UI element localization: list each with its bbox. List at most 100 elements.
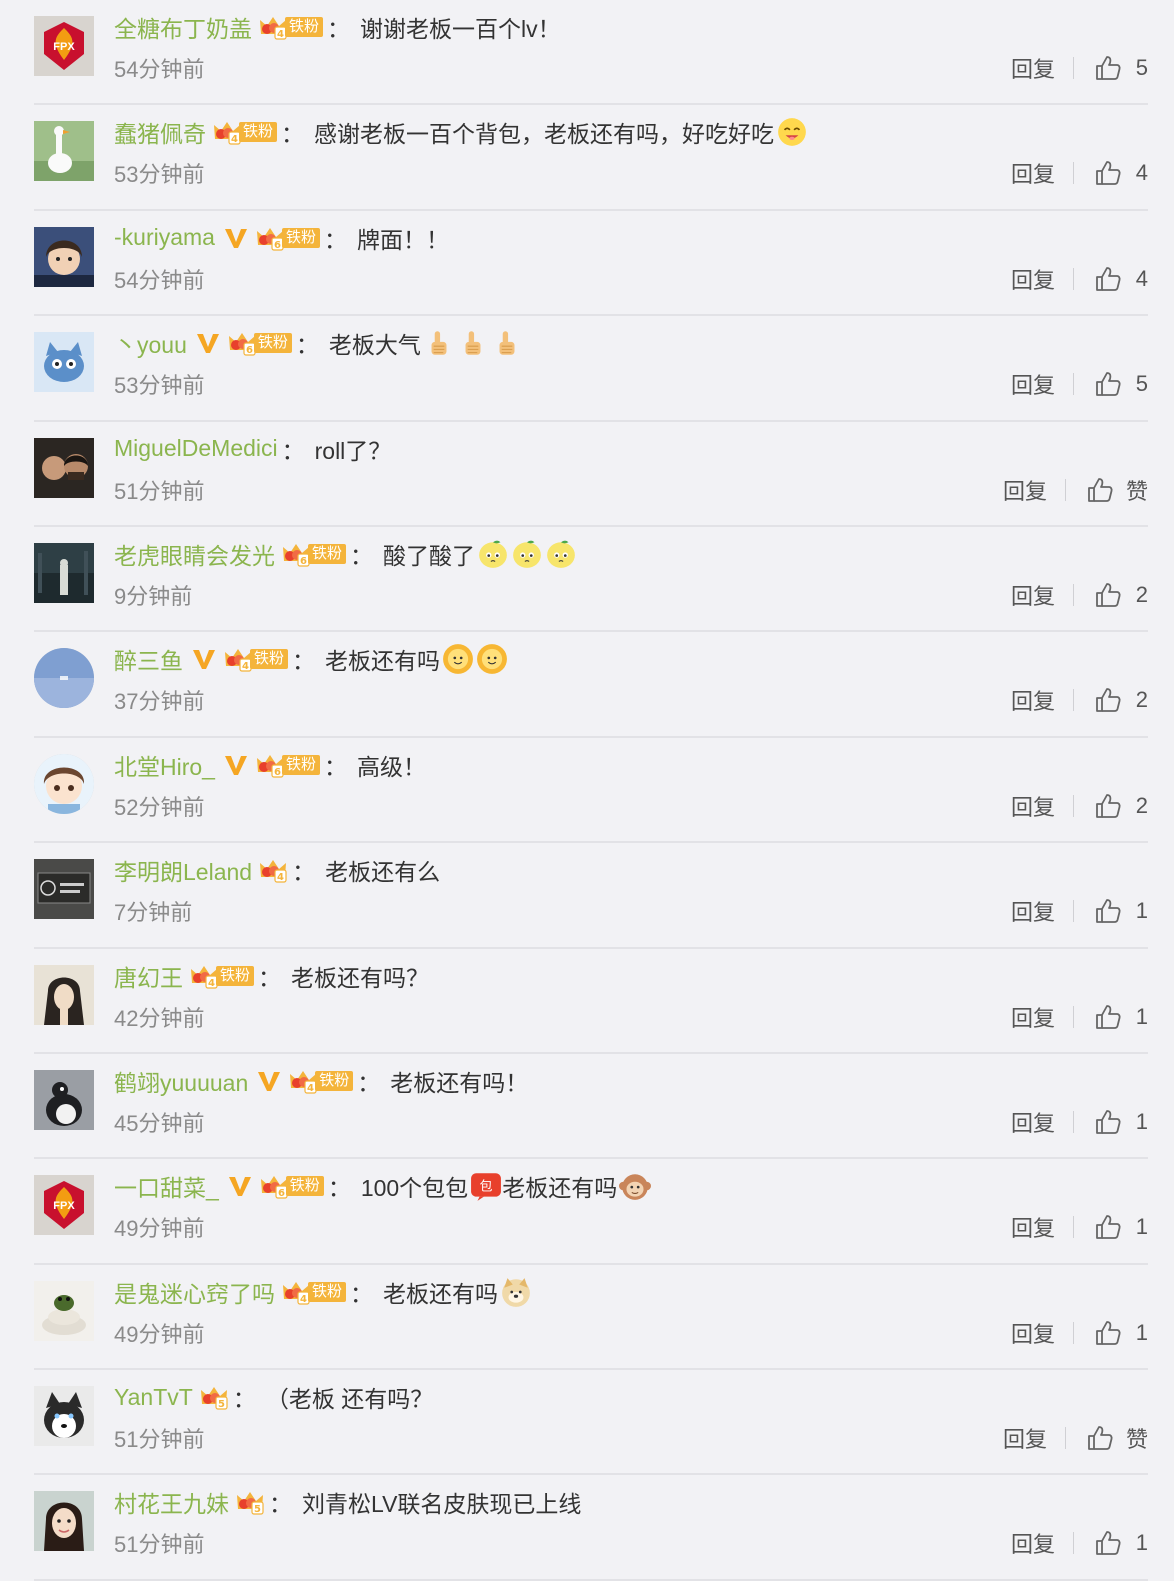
reply-button[interactable]: 回复 [1011, 157, 1055, 189]
like-button[interactable]: 1 [1094, 1003, 1148, 1031]
avatar[interactable]: FPX [34, 1175, 94, 1236]
username-link[interactable]: 北堂Hiro_ [114, 748, 215, 782]
like-button[interactable]: 2 [1094, 686, 1148, 714]
username-link[interactable]: 唐幻王 [114, 959, 183, 993]
like-button[interactable]: 赞 [1086, 1422, 1148, 1454]
svg-text:4: 4 [242, 661, 249, 672]
fan-crown-icon: 6 [283, 543, 310, 567]
reply-button[interactable]: 回复 [1011, 1211, 1055, 1243]
fan-badge[interactable]: 6 铁粉 [281, 541, 347, 567]
reply-button[interactable]: 回复 [1011, 895, 1055, 927]
username-link[interactable]: YanTvT [114, 1384, 193, 1411]
timestamp: 51分钟前 [114, 478, 205, 504]
avatar[interactable] [34, 1491, 94, 1552]
avatar[interactable] [34, 437, 94, 498]
action-divider [1064, 478, 1066, 501]
timestamp: 49分钟前 [114, 1216, 205, 1242]
fan-badge[interactable]: 4 铁粉 [223, 646, 289, 672]
fan-badge[interactable]: 6 铁粉 [259, 1173, 324, 1199]
reply-button[interactable]: 回复 [1011, 684, 1055, 716]
fan-badge[interactable]: 4 铁粉 [258, 14, 324, 40]
reply-button[interactable]: 回复 [1011, 263, 1055, 295]
svg-text:4: 4 [231, 134, 238, 145]
avatar[interactable] [34, 1386, 94, 1447]
like-button[interactable]: 1 [1094, 1529, 1148, 1557]
thumbs-up-icon [1096, 56, 1121, 80]
avatar[interactable] [34, 1069, 94, 1130]
action-divider [1073, 689, 1074, 712]
fan-badge[interactable]: 4 铁粉 [189, 963, 255, 989]
reply-button[interactable]: 回复 [1011, 1106, 1055, 1138]
username-link[interactable]: 一口甜菜_ [114, 1169, 219, 1203]
thumbs-up-icon [1096, 1320, 1121, 1345]
username-link[interactable]: 是鬼迷心窍了吗 [114, 1275, 275, 1309]
fan-badge[interactable]: 6 铁粉 [255, 225, 320, 251]
like-button[interactable]: 4 [1094, 265, 1148, 293]
avatar[interactable] [34, 332, 94, 393]
fan-crown-icon: 6 [228, 333, 256, 356]
colon: ： [295, 332, 319, 359]
reply-button[interactable]: 回复 [1011, 1317, 1055, 1349]
comment-item: FPX 一口甜菜_ 6 铁粉： 100个包包包老板还有吗 49分钟前 回复 1 [34, 1159, 1148, 1265]
fan-badge[interactable]: 5 [199, 1384, 229, 1410]
comment-line: -kuriyama 6 铁粉： 牌面！！ [114, 220, 449, 256]
avatar[interactable] [34, 121, 94, 182]
username-link[interactable]: 李明朗Leland [114, 853, 252, 887]
like-button[interactable]: 1 [1094, 1213, 1148, 1241]
avatar[interactable] [34, 859, 94, 920]
avatar[interactable] [34, 964, 94, 1025]
like-button[interactable]: 5 [1094, 54, 1148, 82]
username-link[interactable]: 老虎眼睛会发光 [114, 537, 275, 571]
avatar[interactable] [34, 648, 94, 709]
avatar[interactable] [34, 226, 94, 287]
avatar[interactable]: FPX [34, 16, 94, 76]
avatar[interactable] [34, 1280, 94, 1341]
like-button[interactable]: 2 [1094, 792, 1148, 820]
blue-sky-circle-avatar-image [34, 648, 94, 709]
comment-line: 全糖布丁奶盖 4 铁粉：谢谢老板一百个lv！ [114, 9, 561, 45]
action-divider [1073, 583, 1074, 606]
svg-text:4: 4 [277, 872, 284, 883]
username-link[interactable]: 醉三鱼 [114, 642, 183, 676]
like-button[interactable]: 5 [1094, 370, 1148, 398]
fan-badge[interactable]: 4 铁粉 [281, 1279, 347, 1305]
fan-badge[interactable]: 6 铁粉 [227, 330, 292, 356]
like-button[interactable]: 1 [1094, 1108, 1148, 1136]
like-button[interactable]: 赞 [1086, 474, 1148, 506]
fan-badge[interactable]: 4 铁粉 [212, 119, 278, 145]
comment-text: （老板 还有吗？ [265, 1386, 434, 1413]
reply-button[interactable]: 回复 [1011, 790, 1055, 822]
fan-badge[interactable]: 5 [235, 1489, 265, 1515]
svg-text:FPX: FPX [53, 1200, 75, 1212]
fan-badge[interactable]: 4 [258, 857, 288, 883]
reply-button[interactable]: 回复 [1011, 579, 1055, 611]
like-button[interactable]: 2 [1094, 581, 1148, 609]
username-link[interactable]: 村花王九妹 [114, 1485, 229, 1519]
reply-button[interactable]: 回复 [1011, 1001, 1055, 1033]
reply-button[interactable]: 回复 [1011, 368, 1055, 400]
username-link[interactable]: -kuriyama [114, 224, 215, 251]
like-button[interactable]: 1 [1094, 1319, 1148, 1347]
reply-button[interactable]: 回复 [1011, 52, 1055, 84]
timestamp: 45分钟前 [114, 1110, 205, 1136]
username-link[interactable]: 蠢猪佩奇 [114, 115, 206, 149]
reply-button[interactable]: 回复 [1011, 1527, 1055, 1559]
comment-text: 感谢老板一百个背包，老板还有吗，好吃好吃 [314, 121, 775, 148]
fan-badge[interactable]: 4 铁粉 [288, 1068, 354, 1094]
reply-button[interactable]: 回复 [1003, 474, 1047, 506]
username-link[interactable]: 丶youu [114, 326, 187, 360]
fan-tag: 铁粉 [285, 1176, 324, 1197]
username-link[interactable]: MiguelDeMedici [114, 435, 278, 462]
avatar[interactable] [34, 542, 94, 603]
username-link[interactable]: 全糖布丁奶盖 [114, 10, 252, 44]
like-count: 5 [1135, 371, 1148, 397]
username-link[interactable]: 鹤翊yuuuuan [114, 1064, 248, 1098]
thumbs-up-icon [1096, 1004, 1121, 1029]
comment-text: 老板还有吗？ [291, 964, 430, 991]
fan-badge[interactable]: 6 铁粉 [255, 752, 320, 778]
like-button[interactable]: 4 [1094, 159, 1148, 187]
like-button[interactable]: 1 [1094, 897, 1148, 925]
avatar[interactable] [34, 753, 94, 814]
reply-button[interactable]: 回复 [1003, 1422, 1047, 1454]
action-divider [1073, 162, 1074, 185]
